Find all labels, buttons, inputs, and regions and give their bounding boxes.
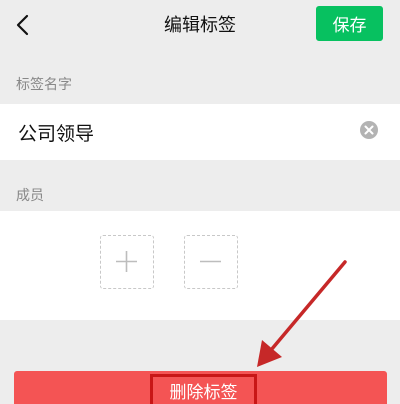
add-member-button[interactable] <box>100 235 154 289</box>
clear-circle-icon[interactable] <box>359 120 379 140</box>
annotation-arrow-icon <box>257 260 347 367</box>
remove-member-button[interactable] <box>184 235 238 289</box>
tag-name-input[interactable] <box>18 104 348 160</box>
navigation-bar: 编辑标签 保存 <box>0 0 400 52</box>
tag-name-row <box>0 104 400 160</box>
save-button[interactable]: 保存 <box>316 6 383 41</box>
chevron-left-icon[interactable] <box>10 11 36 41</box>
tag-name-section-label: 标签名字 <box>16 77 72 93</box>
delete-tag-label[interactable]: 删除标签 <box>150 374 257 404</box>
members-section-label: 成员 <box>16 188 44 204</box>
